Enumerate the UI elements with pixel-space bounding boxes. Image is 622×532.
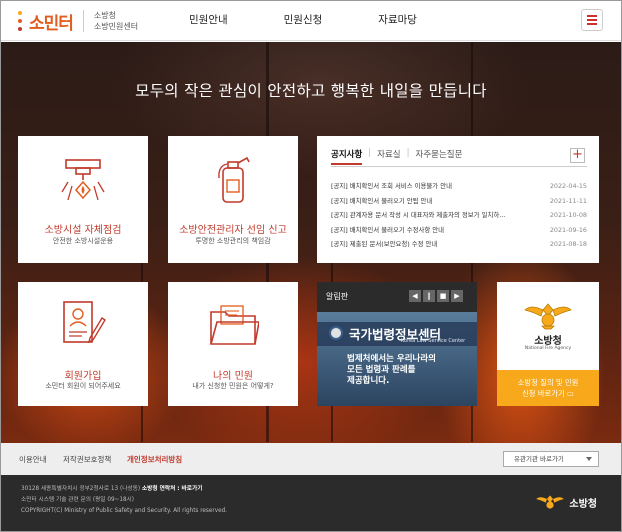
notice-date: 2021-09-16 [549,225,587,234]
list-item[interactable]: [공지] 관계자용 문서 작성 시 대표자와 제출자의 정보가 일치하... 20… [331,208,587,223]
notice-date: 2021-08-18 [549,240,587,248]
banner-line: 제공합니다. [347,376,390,386]
site-header: 소민터 소방청 소방민원센터 민원안내 민원신청 자료마당 [1,1,621,41]
logo-dots-icon [15,10,25,32]
agency-emblem-icon [524,303,572,330]
link-copyright-policy[interactable]: 저작권보호정책 [63,454,111,465]
banner-line: 모든 법령과 판례를 [347,365,416,375]
board-divider [331,166,587,167]
banner-header: 국가법령정보센터 Korea Law Service Center [317,322,477,346]
hero-tagline: 모두의 작은 관심이 안전하고 행복한 내일을 만듭니다 [135,82,487,100]
tile-title: 나의 민원 [213,371,253,382]
more-button[interactable]: + [570,148,585,163]
footer-emblem-icon [536,495,565,509]
tab-resources[interactable]: 자료실 [377,148,400,165]
list-item[interactable]: [공지] 배치확인서 조회 서비스 이용불가 안내 2022-04-15 [331,179,587,194]
hamburger-icon [587,15,597,17]
footer-logo[interactable]: 소방청 [535,493,597,511]
tile-title: 소방시설 자체점검 [44,225,122,236]
footer-info: 30128 세종특별자치시 정부2청사로 13 (나성동) 소방청 연락처 : … [21,484,227,517]
hamburger-menu-button[interactable] [581,9,603,31]
tile-subtitle: 소민터 회원이 되어주세요 [45,382,121,390]
folder-icon [210,305,259,345]
tile-title: 회원가입 [64,371,102,382]
logo-divider [82,10,84,32]
notice-title: [공지] 관계자용 문서 작성 시 대표자와 제출자의 정보가 일치하... [331,211,506,219]
list-item[interactable]: [공지] 배치확인서 불러오기 수정사항 안내 2021-09-16 [331,223,587,238]
next-button[interactable]: ▶ [451,290,463,302]
banner-text: 법제처에서는 우리나라의 모든 법령과 판례를 제공합니다. [347,354,436,387]
tile-safety-manager[interactable]: 소방안전관리자 선임 신고 투명한 소방관리의 책임감 [168,136,298,263]
tile-self-inspection[interactable]: 소방시설 자체점검 안전한 소방시설운용 [18,136,148,263]
nav-resources[interactable]: 자료마당 [378,1,417,41]
fire-extinguisher-icon [218,156,250,203]
nav-complaint-guide[interactable]: 민원안내 [189,1,228,41]
footer-logo-text: 소방청 [569,498,597,510]
alarm-title: 알림판 [326,292,349,301]
notice-title: [공지] 배치확인서 조회 서비스 이용불가 안내 [331,182,452,190]
footer-copyright: COPYRIGHT(C) Ministry of Public Safety a… [21,508,227,514]
signup-form-icon [63,301,106,344]
footer-tech-inquiry: 소민터 시스템 기술 관련 문의 (평일 09~18시) [21,497,135,503]
footer-address: 30128 세종특별자치시 정부2청사로 13 (나성동) [21,486,141,492]
notice-board: 공지사항 | 자료실 | 자주묻는질문 + [공지] 배치확인서 조회 서비스 … [317,136,599,263]
logo-sub-line2: 소방민원센터 [93,22,139,31]
list-item[interactable]: [공지] 배치확인서 불러오기 안됨 안내 2021-11-11 [331,194,587,209]
agency-name: 소방청 [534,336,562,347]
agency-cta-button[interactable]: 소방청 질의 및 민원 신청 바로가기 ▭ [497,370,599,406]
tile-subtitle: 내가 신청한 민원은 어떻게? [192,382,274,390]
law-center-emblem-icon [329,326,343,340]
banner-en: Korea Law Service Center [401,338,466,344]
tile-subtitle: 투명한 소방관리의 책임감 [195,237,271,245]
nav-complaint-apply[interactable]: 민원신청 [284,1,323,41]
alarm-panel: 알림판 ◀ ‖ ■ ▶ 국가법령정보센터 Korea Law Service C… [317,282,477,406]
agency-en: National Fire Agency [524,346,572,351]
prev-button[interactable]: ◀ [409,290,421,302]
sprinkler-icon [61,159,105,201]
notice-date: 2021-11-11 [549,196,587,205]
related-sites-select[interactable]: 유관기관 바로가기 [503,451,599,467]
main-nav: 민원안내 민원신청 자료마당 [171,1,473,41]
notice-title: [공지] 배치확인서 불러오기 수정사항 안내 [331,225,445,234]
board-tabs: 공지사항 | 자료실 | 자주묻는질문 [331,148,468,165]
cta-line: 소방청 질의 및 민원 [517,378,579,387]
list-item[interactable]: [공지] 제출된 문서(보안요청) 수정 안내 2021-08-18 [331,237,587,252]
tab-notice[interactable]: 공지사항 [331,148,363,165]
notice-title: [공지] 배치확인서 불러오기 안됨 안내 [331,196,433,205]
tile-signup[interactable]: 회원가입 소민터 회원이 되어주세요 [18,282,148,406]
cta-line: 신청 바로가기 ▭ [522,389,574,398]
link-usage-guide[interactable]: 이용안내 [19,454,47,465]
tab-faq[interactable]: 자주묻는질문 [416,148,463,165]
logo-subtitle: 소방청 소방민원센터 [94,10,138,32]
tile-title: 소방안전관리자 선임 신고 [179,225,287,236]
notice-date: 2021-10-08 [549,211,587,219]
law-center-banner[interactable]: 국가법령정보센터 Korea Law Service Center 법제처에서는… [317,312,477,406]
pause-button[interactable]: ‖ [423,290,435,302]
notice-date: 2022-04-15 [549,182,587,190]
hamburger-icon-bar [587,19,597,21]
banner-line: 법제처에서는 우리나라의 [347,354,436,364]
footer-links-bar: 이용안내 저작권보호정책 개인정보처리방침 유관기관 바로가기 [1,443,621,475]
agency-link-panel[interactable]: 소방청 National Fire Agency 소방청 질의 및 민원 신청 … [497,282,599,406]
site-footer: 30128 세종특별자치시 정부2청사로 13 (나성동) 소방청 연락처 : … [1,475,621,531]
notice-list: [공지] 배치확인서 조회 서비스 이용불가 안내 2022-04-15 [공지]… [331,179,587,252]
tab-divider: | [406,148,410,158]
slider-controls: ◀ ‖ ■ ▶ [409,290,463,302]
logo-text: 소민터 [29,13,74,34]
logo-sub-line1: 소방청 [93,11,117,20]
notice-title: [공지] 제출된 문서(보안요청) 수정 안내 [331,240,438,248]
stop-button[interactable]: ■ [437,290,449,302]
tile-my-complaints[interactable]: 나의 민원 내가 신청한 민원은 어떻게? [168,282,298,406]
page-frame: 소민터 소방청 소방민원센터 민원안내 민원신청 자료마당 모두의 작은 관심이… [0,0,622,532]
tab-divider: | [368,148,372,158]
footer-contact-link[interactable]: 소방청 연락처 : 바로가기 [142,486,203,492]
site-logo[interactable]: 소민터 소방청 소방민원센터 [15,7,138,35]
link-privacy-policy[interactable]: 개인정보처리방침 [127,454,182,465]
tile-subtitle: 안전한 소방시설운용 [52,237,114,245]
hamburger-icon-bar [587,23,597,25]
